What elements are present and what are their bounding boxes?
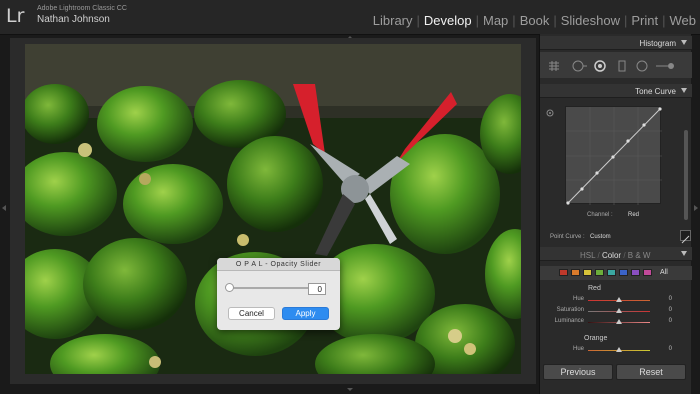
opacity-slider-thumb[interactable] (225, 283, 234, 292)
module-web[interactable]: Web (670, 13, 697, 28)
swatch-green[interactable] (595, 269, 604, 276)
channel-select[interactable]: Red (628, 212, 639, 218)
group-title-red: Red (588, 285, 601, 292)
collapse-icon (681, 88, 687, 93)
user-name[interactable]: Nathan Johnson (37, 14, 110, 25)
tab-color[interactable]: Color (602, 251, 621, 260)
swatch-purple[interactable] (631, 269, 640, 276)
product-name: Adobe Lightroom Classic CC (37, 5, 127, 12)
module-picker: Library | Develop | Map | Book | Slideshow | Print… (373, 13, 696, 28)
histogram-title: Histogram (639, 39, 676, 48)
opacity-value-field[interactable]: 0 (308, 283, 326, 295)
all-swatch[interactable]: All (660, 269, 668, 276)
module-develop[interactable]: Develop (424, 13, 472, 28)
hsl-tabs: HSL / Color / B & W (580, 251, 651, 260)
collapse-icon (681, 251, 687, 256)
swatch-red[interactable] (559, 269, 568, 276)
hue-label: Hue (572, 346, 584, 352)
slider-thumb[interactable] (616, 319, 622, 324)
module-map[interactable]: Map (483, 13, 508, 28)
filmstrip-toggle-icon[interactable] (347, 388, 353, 391)
module-book[interactable]: Book (520, 13, 550, 28)
edit-point-curve-icon[interactable] (680, 230, 691, 244)
dialog-title[interactable]: O P A L - Opacity Slider (217, 258, 340, 271)
tab-hsl[interactable]: HSL (580, 251, 595, 260)
spot-removal-icon[interactable] (571, 59, 587, 72)
orange-hue-value[interactable]: 0 (658, 346, 672, 352)
module-separator: | (623, 13, 628, 28)
module-print[interactable]: Print (631, 13, 658, 28)
red-eye-icon[interactable] (594, 59, 606, 72)
point-curve-label: Point Curve : (550, 234, 585, 240)
red-saturation-value[interactable]: 0 (658, 307, 672, 313)
group-title-orange: Orange (584, 335, 608, 342)
module-separator: | (662, 13, 666, 28)
top-bar: Lr Adobe Lightroom Classic CC Nathan Joh… (0, 0, 700, 34)
channel-label: Channel : (587, 212, 613, 218)
saturation-label: Saturation (556, 307, 584, 313)
opacity-slider-track[interactable] (228, 287, 316, 289)
module-separator: | (553, 13, 557, 28)
crop-grid-icon[interactable] (548, 59, 560, 71)
slider-thumb[interactable] (616, 347, 622, 352)
swatch-magenta[interactable] (643, 269, 652, 276)
module-separator: | (512, 13, 516, 28)
tone-curve-graph[interactable] (565, 106, 662, 205)
right-panel-toggle-icon[interactable] (694, 205, 698, 211)
module-library[interactable]: Library (373, 13, 413, 28)
swatch-blue[interactable] (619, 269, 628, 276)
swatch-orange[interactable] (571, 269, 580, 276)
apply-button[interactable]: Apply (282, 307, 329, 320)
module-separator: | (416, 13, 420, 28)
opal-opacity-dialog: O P A L - Opacity Slider 0 Cancel Apply (217, 258, 340, 330)
module-separator: | (475, 13, 479, 28)
slider-thumb[interactable] (616, 308, 622, 313)
luminance-label: Luminance (554, 318, 584, 324)
adjustment-brush-icon[interactable] (656, 59, 674, 71)
color-swatch-row: All (540, 266, 692, 280)
collapse-icon (681, 40, 687, 45)
reset-button[interactable]: Reset (616, 364, 686, 380)
previous-button[interactable]: Previous (543, 364, 613, 380)
red-luminance-value[interactable]: 0 (658, 318, 672, 324)
red-hue-value[interactable]: 0 (658, 296, 672, 302)
cancel-button[interactable]: Cancel (228, 307, 275, 320)
left-panel-toggle-icon[interactable] (2, 205, 6, 211)
module-slideshow[interactable]: Slideshow (561, 13, 620, 28)
right-panel: Histogram Tone Curve Channel: Red Point… (539, 34, 692, 394)
graduated-filter-icon[interactable] (616, 59, 628, 72)
target-adjust-icon[interactable] (546, 104, 554, 122)
swatch-aqua[interactable] (607, 269, 616, 276)
tab-bw[interactable]: B & W (628, 251, 651, 260)
point-curve-select[interactable]: Custom (590, 234, 611, 240)
swatch-yellow[interactable] (583, 269, 592, 276)
histogram-header[interactable]: Histogram (540, 36, 692, 50)
panel-scrollbar[interactable] (684, 130, 688, 220)
hue-label: Hue (572, 296, 584, 302)
slider-thumb[interactable] (616, 297, 622, 302)
lightroom-logo: Lr (6, 5, 25, 27)
tool-strip (540, 52, 692, 78)
tone-curve-title: Tone Curve (635, 87, 676, 96)
radial-filter-icon[interactable] (636, 59, 648, 72)
tone-curve-header[interactable]: Tone Curve (540, 84, 692, 98)
